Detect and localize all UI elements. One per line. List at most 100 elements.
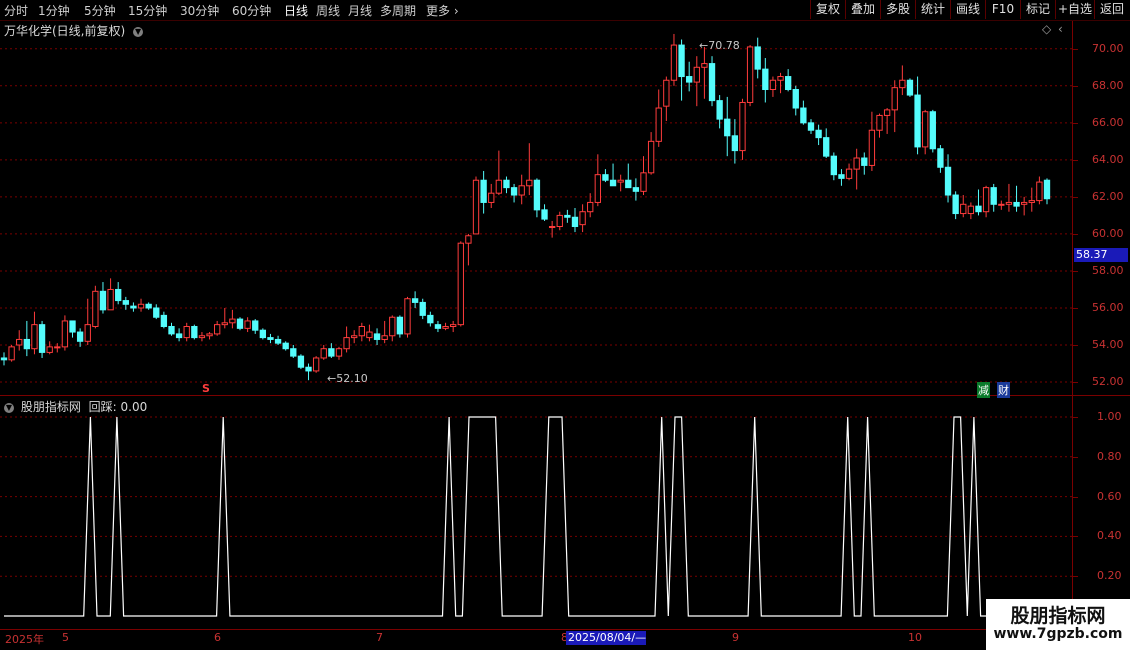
candle[interactable]: [830, 152, 837, 181]
candlestick-chart[interactable]: [0, 21, 1072, 395]
candle[interactable]: [967, 202, 975, 220]
candle[interactable]: [472, 176, 480, 235]
candle[interactable]: [899, 65, 906, 96]
multi-stock-button[interactable]: 多股: [880, 0, 915, 19]
candle[interactable]: [1013, 185, 1020, 212]
candle[interactable]: [868, 111, 876, 171]
candle[interactable]: [503, 176, 510, 194]
candle[interactable]: [792, 85, 799, 116]
candle[interactable]: [883, 108, 891, 134]
candle[interactable]: [427, 311, 434, 327]
candle[interactable]: [328, 343, 335, 358]
candle[interactable]: [267, 333, 274, 344]
sell-signal-marker[interactable]: S: [202, 382, 210, 395]
candle[interactable]: [937, 145, 944, 173]
candle[interactable]: [647, 132, 655, 175]
candle[interactable]: [663, 76, 670, 121]
period-60min[interactable]: 60分钟: [232, 2, 271, 19]
candle[interactable]: [312, 356, 320, 373]
candle[interactable]: [579, 204, 586, 233]
candle[interactable]: [404, 296, 411, 338]
period-daily[interactable]: 日线: [284, 2, 308, 19]
candle[interactable]: [389, 315, 396, 342]
candle[interactable]: [1043, 178, 1051, 205]
candle[interactable]: [739, 98, 746, 160]
candle[interactable]: [731, 119, 739, 164]
candle[interactable]: [990, 183, 997, 212]
candle[interactable]: [259, 328, 267, 340]
candle[interactable]: [815, 124, 822, 146]
candle[interactable]: [396, 315, 404, 338]
candle[interactable]: [594, 154, 601, 207]
candle[interactable]: [8, 345, 15, 362]
candle[interactable]: [31, 311, 38, 355]
candle[interactable]: [305, 363, 312, 381]
candle[interactable]: [823, 128, 830, 159]
candle[interactable]: [343, 326, 350, 353]
candle[interactable]: [480, 170, 487, 214]
candle[interactable]: [168, 322, 175, 336]
candle[interactable]: [1036, 176, 1043, 205]
period-more[interactable]: 更多 ›: [426, 2, 459, 19]
candle[interactable]: [61, 315, 69, 351]
candle[interactable]: [922, 109, 929, 155]
candle[interactable]: [556, 211, 563, 231]
candle[interactable]: [838, 169, 845, 186]
candle[interactable]: [929, 109, 936, 153]
candle[interactable]: [495, 150, 503, 196]
candle[interactable]: [381, 320, 388, 344]
candle[interactable]: [450, 320, 457, 333]
candle[interactable]: [998, 200, 1005, 210]
f10-button[interactable]: F10: [985, 0, 1020, 19]
candle[interactable]: [975, 189, 982, 216]
candle[interactable]: [0, 352, 8, 366]
candle[interactable]: [46, 341, 53, 355]
candle[interactable]: [533, 178, 541, 218]
candle[interactable]: [457, 241, 464, 327]
candle[interactable]: [442, 322, 449, 331]
candle[interactable]: [716, 95, 723, 129]
candle[interactable]: [23, 320, 31, 357]
candle[interactable]: [526, 143, 533, 196]
candle[interactable]: [876, 113, 883, 138]
candle[interactable]: [282, 341, 289, 351]
candle[interactable]: [944, 154, 952, 203]
candle[interactable]: [693, 56, 700, 107]
candle[interactable]: [602, 169, 609, 183]
overlay-button[interactable]: 叠加: [845, 0, 880, 19]
mark-button[interactable]: 标记: [1020, 0, 1055, 19]
candle[interactable]: [853, 148, 860, 190]
statistics-button[interactable]: 统计: [915, 0, 950, 19]
candle[interactable]: [746, 45, 754, 107]
candle[interactable]: [807, 119, 815, 134]
candle[interactable]: [236, 317, 244, 331]
candle[interactable]: [335, 346, 343, 360]
candle[interactable]: [762, 58, 769, 103]
candle[interactable]: [290, 345, 297, 358]
candle[interactable]: [609, 163, 617, 187]
candle[interactable]: [777, 72, 784, 94]
candle[interactable]: [175, 328, 183, 342]
candle[interactable]: [16, 330, 23, 351]
candle[interactable]: [906, 78, 914, 97]
back-button[interactable]: 返回: [1094, 0, 1129, 19]
candle[interactable]: [191, 324, 198, 340]
candle[interactable]: [632, 178, 640, 201]
period-weekly[interactable]: 周线: [316, 2, 340, 19]
candle[interactable]: [214, 320, 221, 336]
candle[interactable]: [252, 319, 259, 334]
candle[interactable]: [769, 76, 777, 97]
candle[interactable]: [320, 345, 327, 360]
candle[interactable]: [617, 174, 624, 192]
candle[interactable]: [145, 302, 152, 310]
candle[interactable]: [640, 156, 647, 196]
candle[interactable]: [670, 33, 678, 86]
candle[interactable]: [960, 195, 967, 218]
period-intraday[interactable]: 分时: [4, 2, 28, 19]
indicator-chart[interactable]: [0, 396, 1072, 629]
candle[interactable]: [701, 46, 708, 99]
candle[interactable]: [198, 332, 206, 342]
candle[interactable]: [518, 174, 525, 205]
candle[interactable]: [38, 320, 46, 358]
candle[interactable]: [358, 322, 365, 342]
